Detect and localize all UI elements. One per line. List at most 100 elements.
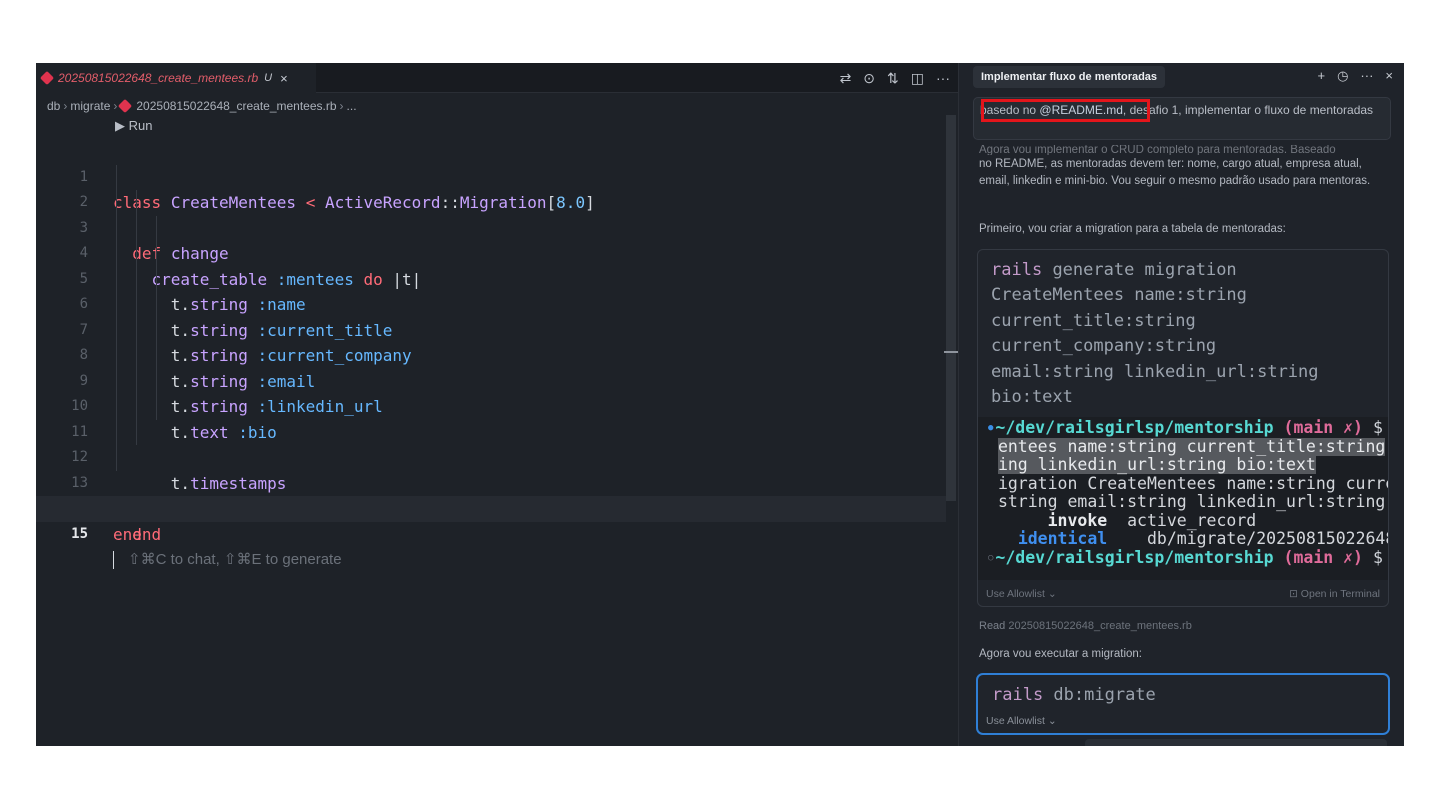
status-dot-icon: ○	[988, 552, 994, 563]
terminal-line: invoke active_record	[988, 512, 1388, 531]
selected-text: entees name:string current_title:string	[997, 437, 1386, 456]
close-tab-icon[interactable]: ×	[280, 71, 288, 86]
tab-filename: 20250815022648_create_mentees.rb	[58, 71, 259, 85]
user-message[interactable]: basedo no @README.md, desafio 1, impleme…	[973, 97, 1391, 140]
terminal-command-block: rails generate migration CreateMentees n…	[977, 249, 1389, 607]
code-line: 1 class CreateMentees < ActiveRecord::Mi…	[36, 139, 946, 213]
editor-scrollbar[interactable]	[946, 115, 956, 501]
chat-header: Implementar fluxo de mentoradas + ◷ ··· …	[959, 63, 1404, 91]
terminal-text: string email:string linkedin_url:string	[997, 493, 1386, 511]
history-icon[interactable]: ◷	[1337, 68, 1348, 84]
editor-actions: ⇄ ⊙ ⇅ ◫ ···	[840, 63, 950, 93]
compare-changes-icon[interactable]: ⇄	[840, 70, 852, 87]
breadcrumb-separator: ›	[63, 99, 68, 113]
code-line: 5 t.string :current_title	[36, 241, 946, 340]
git-untracked-badge: U	[264, 72, 273, 84]
text-cursor	[113, 551, 114, 570]
code-line: 11 t.timestamps	[36, 394, 946, 493]
breadcrumb-separator: ›	[113, 99, 118, 113]
more-actions-icon[interactable]: ···	[936, 70, 950, 86]
assistant-text: Agora vou executar a migration:	[979, 648, 1143, 660]
split-editor-icon[interactable]: ◫	[911, 70, 924, 87]
run-codelens[interactable]: ▶ Run	[115, 118, 152, 134]
breadcrumb-db[interactable]: db	[47, 99, 60, 113]
inline-chat-hint: ⇧⌘C to chat, ⇧⌘E to generate	[113, 547, 342, 573]
read-file-status: Read 20250815022648_create_mentees.rb	[979, 620, 1192, 632]
code-line: 6 t.string :current_company	[36, 266, 946, 365]
prompt-path: ~/dev/railsgirlsp/mentorship	[995, 419, 1274, 437]
ai-chat-panel: Implementar fluxo de mentoradas + ◷ ··· …	[958, 63, 1404, 746]
editor-tab-create-mentees[interactable]: 20250815022648_create_mentees.rb U ×	[36, 63, 316, 93]
terminal-text: igration CreateMentees name:string curre	[997, 474, 1388, 493]
terminal-output[interactable]: ● ~/dev/railsgirlsp/mentorship (main ✗) $…	[978, 417, 1388, 580]
prompt-branch: (main ✗)	[1283, 548, 1363, 567]
code-editor: 20250815022648_create_mentees.rb U × ⇄ ⊙…	[36, 63, 958, 746]
terminal-line: entees name:string current_title:string	[988, 437, 1388, 457]
code-line: 4 t.string :name	[36, 215, 946, 314]
read-file-link[interactable]: 20250815022648_create_mentees.rb	[1008, 620, 1191, 632]
status-dot-icon: ●	[988, 423, 994, 434]
terminal-line: string email:string linkedin_url:string	[988, 493, 1388, 512]
invoke-label: invoke	[1047, 511, 1108, 530]
new-chat-icon[interactable]: +	[1317, 68, 1325, 84]
terminal-line: ○ ~/dev/railsgirlsp/mentorship (main ✗) $	[988, 549, 1388, 568]
breadcrumb-symbol[interactable]: ...	[347, 99, 357, 113]
prompt-branch: (main ✗)	[1283, 419, 1363, 437]
assistant-text: no README, as mentoradas devem ter: nome…	[979, 158, 1371, 187]
editor-tab-bar: 20250815022648_create_mentees.rb U × ⇄ ⊙…	[36, 63, 958, 93]
panel-resize-handle[interactable]	[944, 351, 958, 353]
source-control-icon[interactable]: ⇅	[887, 70, 899, 87]
chat-actions: + ◷ ··· ×	[1317, 68, 1393, 84]
command-rails: rails	[992, 685, 1044, 705]
prompt-dollar: $	[1372, 419, 1383, 437]
line-number: 15	[71, 525, 88, 542]
code-line: 10	[36, 368, 946, 414]
close-panel-icon[interactable]: ×	[1385, 68, 1393, 84]
command-args: generate migration CreateMentees name:st…	[991, 260, 1319, 408]
terminal-line: igration CreateMentees name:string curre	[988, 475, 1388, 494]
use-allowlist-dropdown[interactable]: Use Allowlist ⌄	[986, 715, 1057, 727]
code-line: 7 t.string :email	[36, 292, 946, 391]
code-area[interactable]: 1 class CreateMentees < ActiveRecord::Mi…	[36, 139, 946, 570]
ruby-file-icon	[39, 70, 55, 86]
terminal-line: ing linkedin_url:string bio:text	[988, 456, 1388, 475]
code-line: 9 t.text :bio	[36, 343, 946, 442]
command-text[interactable]: rails generate migration CreateMentees n…	[991, 258, 1381, 410]
inline-chat-hint-text: ⇧⌘C to chat, ⇧⌘E to generate	[128, 551, 342, 568]
terminal-text: active_record	[1107, 511, 1257, 530]
code-line: 12 end	[36, 419, 946, 518]
breadcrumb-migrate[interactable]: migrate	[70, 99, 110, 113]
breadcrumb: db › migrate › 20250815022648_create_men…	[47, 98, 357, 114]
breadcrumb-file-label: 20250815022648_create_mentees.rb	[136, 99, 337, 113]
read-label: Read	[979, 620, 1006, 632]
terminal-line: ● ~/dev/railsgirlsp/mentorship (main ✗) $	[988, 419, 1388, 438]
code-line: 14 end	[36, 471, 946, 544]
code-line: 13 end	[36, 445, 946, 544]
prompt-dollar: $	[1372, 548, 1383, 567]
command-args: db:migrate	[1043, 685, 1156, 705]
identical-label: identical	[1017, 530, 1108, 548]
migrate-command-text: rails db:migrate	[992, 685, 1156, 705]
more-options-icon[interactable]: ···	[1360, 68, 1373, 84]
command-rails: rails	[991, 260, 1043, 280]
use-allowlist-dropdown[interactable]: Use Allowlist ⌄	[986, 588, 1057, 600]
assistant-text-clipped: Agora vou implementar o CRUD completo pa…	[979, 145, 1336, 155]
terminal-line: identical db/migrate/20250815022648	[988, 530, 1388, 549]
user-message-rest: , desafio 1, implementar o fluxo de ment…	[1122, 103, 1374, 117]
open-in-terminal-button[interactable]: ⊡ Open in Terminal	[1289, 588, 1380, 600]
current-code-line[interactable]: 15 ⇧⌘C to chat, ⇧⌘E to generate	[36, 496, 946, 570]
ruby-file-icon	[118, 98, 133, 114]
record-icon[interactable]: ⊙	[863, 70, 875, 87]
code-text: end	[113, 524, 142, 544]
chat-tab[interactable]: Implementar fluxo de mentoradas	[973, 66, 1166, 88]
breadcrumb-file[interactable]: 20250815022648_create_mentees.rb	[118, 98, 337, 114]
annotation-highlight-box	[981, 99, 1150, 122]
breadcrumb-separator: ›	[339, 99, 344, 113]
selected-text: ing linkedin_url:string bio:text	[997, 456, 1316, 474]
ide-window: 20250815022648_create_mentees.rb U × ⇄ ⊙…	[36, 63, 1404, 746]
assistant-text: Primeiro, vou criar a migration para a t…	[979, 223, 1286, 235]
code-line: 2 def change	[36, 164, 946, 263]
code-line: 8 t.string :linkedin_url	[36, 317, 946, 416]
migrate-command-block[interactable]: rails db:migrate Use Allowlist ⌄	[976, 673, 1390, 735]
terminal-footer: Use Allowlist ⌄ ⊡ Open in Terminal	[978, 580, 1388, 606]
